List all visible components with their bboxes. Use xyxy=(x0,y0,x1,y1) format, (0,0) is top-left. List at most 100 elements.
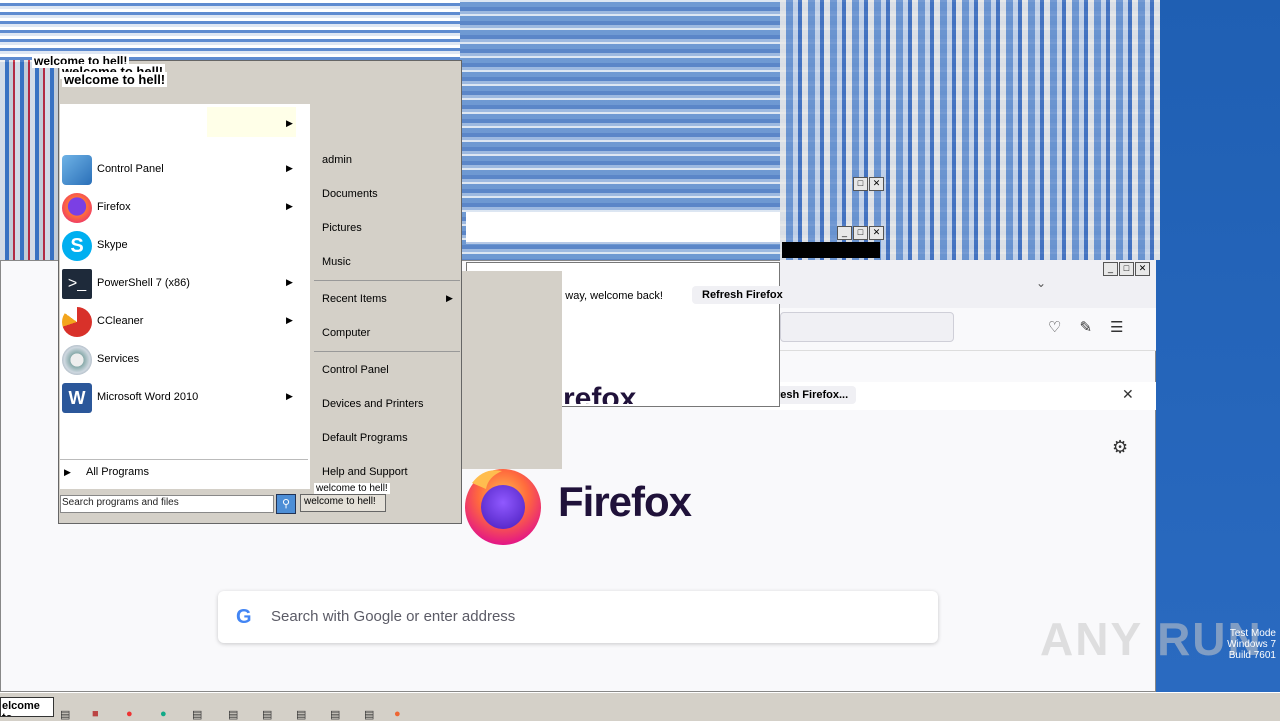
firefox-logo-icon xyxy=(465,469,541,545)
right-separator xyxy=(314,280,460,281)
second-window-urlbar xyxy=(466,212,780,244)
right-separator xyxy=(314,351,460,352)
taskbar-window-icon[interactable]: ▤ xyxy=(364,708,374,721)
start-right-documents[interactable]: Documents xyxy=(322,188,378,200)
menu-icon[interactable]: ☰ xyxy=(1110,319,1141,336)
program-ccleaner[interactable]: CCleaner ▶ xyxy=(60,305,300,341)
stray-window-controls-2: _ □ ✕ xyxy=(836,226,884,240)
word-icon: W xyxy=(62,383,92,413)
submenu-arrow-icon: ▶ xyxy=(286,118,293,128)
program-label: Services xyxy=(97,353,140,365)
url-bar[interactable] xyxy=(780,312,954,342)
firefox-window-controls: _ □ ✕ xyxy=(1102,262,1150,276)
submenu-arrow-icon: ▶ xyxy=(446,293,453,303)
taskbar-window-icon[interactable]: ▤ xyxy=(296,708,306,721)
minimize-button[interactable]: _ xyxy=(1103,262,1118,276)
program-skype[interactable]: S Skype xyxy=(60,229,300,265)
pinned-item-blank[interactable] xyxy=(60,107,208,137)
notification-close-icon[interactable]: ✕ xyxy=(1122,386,1134,403)
pocket-icon[interactable]: ♡ xyxy=(1048,319,1079,336)
all-programs-link[interactable]: ▶ All Programs xyxy=(64,466,149,478)
start-right-pictures[interactable]: Pictures xyxy=(322,222,362,234)
program-label: Firefox xyxy=(97,201,131,213)
submenu-arrow-icon: ▶ xyxy=(286,391,293,401)
pinned-item-highlight[interactable] xyxy=(207,107,296,137)
windows-build-info: Test Mode Windows 7 Build 7601 xyxy=(1200,628,1276,661)
build-line: Test Mode xyxy=(1229,628,1276,639)
start-right-recent-items[interactable]: Recent Items xyxy=(322,293,387,305)
start-right-help-support[interactable]: Help and Support xyxy=(322,466,408,478)
build-line: Build 7601 xyxy=(1228,650,1276,661)
firefox-tabbar: ⌄ xyxy=(780,260,1156,308)
program-label: PowerShell 7 (x86) xyxy=(97,277,190,289)
submenu-arrow-icon: ▶ xyxy=(286,163,293,173)
start-right-control-panel[interactable]: Control Panel xyxy=(322,364,389,376)
extensions-icon[interactable]: ✎ xyxy=(1079,319,1110,336)
services-gear-icon xyxy=(62,345,92,375)
program-label: Skype xyxy=(97,239,128,251)
program-label: Microsoft Word 2010 xyxy=(97,391,199,403)
taskbar-chrome-icon[interactable]: ● xyxy=(126,708,133,720)
program-firefox[interactable]: Firefox ▶ xyxy=(60,191,300,227)
build-line: Windows 7 xyxy=(1227,639,1276,650)
taskbar-window-icon[interactable]: ▤ xyxy=(262,708,272,721)
all-programs-arrow-icon: ▶ xyxy=(64,467,71,477)
close-button[interactable]: ✕ xyxy=(869,177,884,191)
recent-items-submenu xyxy=(462,271,562,469)
toolbar-icons: ♡✎☰ xyxy=(1048,318,1141,336)
stray-window-controls-1: □ ✕ xyxy=(852,177,884,191)
skype-icon: S xyxy=(62,231,92,261)
taskbar-window-icon[interactable]: ▤ xyxy=(192,708,202,721)
refresh-firefox-button-2[interactable]: Refresh Firefox xyxy=(692,286,793,304)
taskbar-firefox-icon[interactable]: ● xyxy=(394,708,401,720)
minimize-button[interactable]: _ xyxy=(837,226,852,240)
shutdown-button[interactable]: welcome to hell! xyxy=(300,494,386,512)
start-button[interactable]: elcome to xyxy=(0,697,54,717)
powershell-icon: >_ xyxy=(62,269,92,299)
program-label: Control Panel xyxy=(97,163,164,175)
firefox-wordmark: Firefox xyxy=(558,478,692,525)
search-magnifier-icon[interactable]: ⚲ xyxy=(276,494,296,514)
program-services[interactable]: Services xyxy=(60,343,300,379)
start-right-computer[interactable]: Computer xyxy=(322,327,370,339)
start-right-admin[interactable]: admin xyxy=(322,154,352,166)
refresh-firefox-button[interactable]: resh Firefox... xyxy=(768,386,857,404)
start-right-devices-printers[interactable]: Devices and Printers xyxy=(322,398,424,410)
all-programs-label: All Programs xyxy=(85,466,149,478)
search-placeholder[interactable]: Search with Google or enter address xyxy=(271,608,515,625)
ccleaner-icon xyxy=(62,307,92,337)
desktop-right-strip xyxy=(1156,0,1280,692)
start-search-placeholder: Search programs and files xyxy=(62,497,179,508)
submenu-arrow-icon: ▶ xyxy=(286,277,293,287)
firefox-icon xyxy=(62,193,92,223)
shutdown-menu-label[interactable]: welcome to hell! xyxy=(314,483,390,494)
user-welcome-label: welcome to hell! xyxy=(62,72,168,87)
maximize-button[interactable]: □ xyxy=(853,226,868,240)
program-powershell[interactable]: >_ PowerShell 7 (x86) ▶ xyxy=(60,267,300,303)
submenu-arrow-icon: ▶ xyxy=(286,315,293,325)
start-right-music[interactable]: Music xyxy=(322,256,351,268)
taskbar-explorer-icon[interactable]: ■ xyxy=(92,708,99,720)
close-button[interactable]: ✕ xyxy=(1135,262,1150,276)
redraw-artifact-top-left xyxy=(0,0,460,62)
program-control-panel[interactable]: Control Panel ▶ xyxy=(60,153,300,189)
program-word[interactable]: W Microsoft Word 2010 ▶ xyxy=(60,381,300,417)
taskbar-window-icon[interactable]: ▤ xyxy=(228,708,238,721)
welcome-back-text: ne way, welcome back! xyxy=(550,290,663,302)
maximize-button[interactable]: □ xyxy=(1119,262,1134,276)
submenu-arrow-icon: ▶ xyxy=(286,201,293,211)
google-icon: G xyxy=(236,606,252,628)
settings-gear-icon[interactable]: ⚙ xyxy=(1112,437,1128,458)
program-label: CCleaner xyxy=(97,315,144,327)
maximize-button[interactable]: □ xyxy=(853,177,868,191)
taskbar-window-icon[interactable]: ▤ xyxy=(330,708,340,721)
start-right-default-programs[interactable]: Default Programs xyxy=(322,432,408,444)
firefox-wordmark-partial: refox xyxy=(563,382,637,404)
taskbar-item-icon[interactable]: ▤ xyxy=(60,708,70,721)
redraw-artifact-right xyxy=(780,0,1160,260)
tab-list-chevron-icon[interactable]: ⌄ xyxy=(1036,276,1046,290)
control-panel-icon xyxy=(62,155,92,185)
programs-separator xyxy=(60,459,308,460)
taskbar-edge-icon[interactable]: ● xyxy=(160,708,167,720)
close-button[interactable]: ✕ xyxy=(869,226,884,240)
